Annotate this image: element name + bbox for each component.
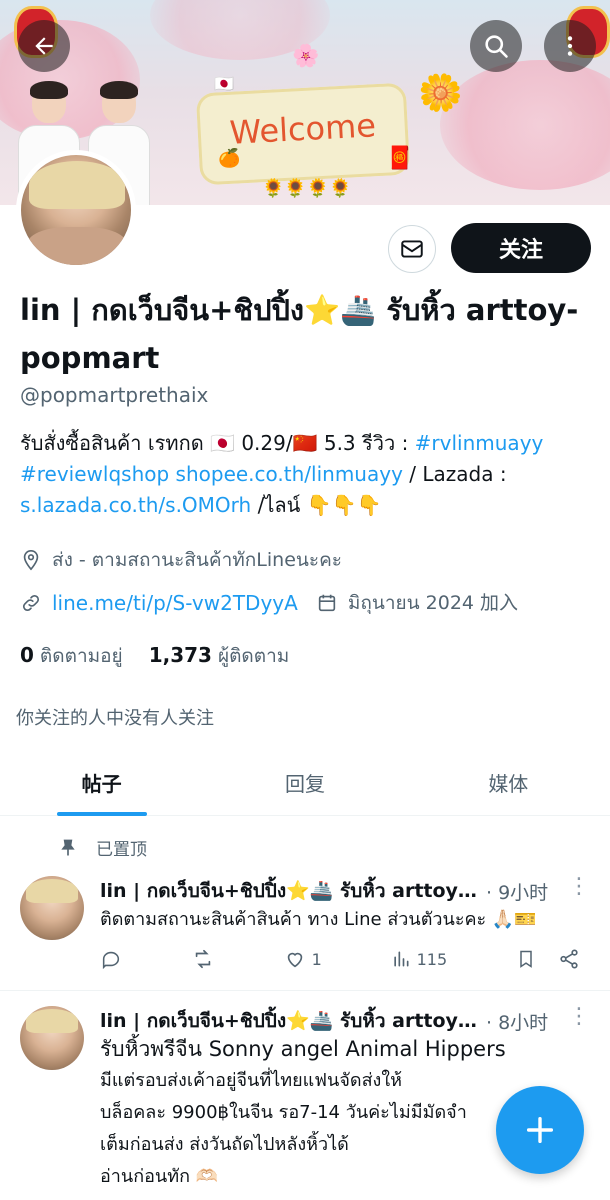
bookmark-icon[interactable] <box>516 948 536 970</box>
compose-button[interactable] <box>496 1086 584 1174</box>
display-name: lin | กดเว็บจีน+ชิปปิ้ง⭐🚢 รับหิ้ว arttoy… <box>20 293 579 375</box>
reply-icon <box>102 951 120 970</box>
calendar-icon <box>316 592 338 614</box>
tweet-avatar[interactable] <box>20 876 84 940</box>
hashtag-link[interactable]: #rvlinmuayy <box>415 431 544 455</box>
location-pin-icon <box>20 549 42 571</box>
tweet-avatar[interactable] <box>20 1006 84 1070</box>
analytics-icon <box>393 951 409 967</box>
mail-icon <box>401 240 423 258</box>
flag-decoration: 🇯🇵 <box>214 74 234 93</box>
location-text: ส่ง - ตามสถานะสินค้าทักLineนะคะ <box>52 549 343 571</box>
follow-stats: 0 ติดตามอยู่ 1,373 ผู้ติดตาม <box>20 641 289 671</box>
following-count: 0 <box>20 643 34 667</box>
welcome-sign: Welcome <box>195 82 411 186</box>
tweet-time: · 9小时 <box>486 881 549 904</box>
blossom-decoration <box>440 60 610 190</box>
hashtag-link[interactable]: #reviewlqshop <box>20 462 169 486</box>
tweet-actions: 1 115 <box>100 948 580 970</box>
following-label: ติดตามอยู่ <box>39 645 123 667</box>
welcome-text: Welcome <box>228 106 377 152</box>
like-count: 1 <box>311 949 322 969</box>
handle: @popmartprethaix <box>20 383 209 407</box>
tweet-more-icon[interactable]: ⋮ <box>568 1004 590 1029</box>
search-button[interactable] <box>470 20 522 72</box>
retweet-icon <box>195 949 211 969</box>
flower-decoration: 🌼 <box>418 73 463 114</box>
tweet-header: lin | กดเว็บจีน+ชิปปิ้ง⭐🚢 รับหิ้ว arttoy… <box>100 876 560 906</box>
pin-icon <box>58 838 78 858</box>
plus-icon <box>526 1116 554 1144</box>
flower-decoration: 🌻🌻🌻🌻 <box>262 178 352 199</box>
bio-text: รับสั่งซื้อสินค้า เรทกด 🇯🇵 0.29/🇨🇳 5.3 ร… <box>20 431 415 455</box>
tweet[interactable]: lin | กดเว็บจีน+ชิปปิ้ง⭐🚢 รับหิ้ว arttoy… <box>0 870 610 988</box>
divider <box>0 990 610 991</box>
shopee-link[interactable]: shopee.co.th/linmuayy <box>176 462 403 486</box>
bio-text: / Lazada : <box>402 462 507 486</box>
tweet-text-line: รับหิ้วพรีจีน Sonny angel Animal Hippers <box>100 1037 506 1061</box>
red-envelope-decoration: 🧧 <box>386 146 414 171</box>
flower-decoration: 🌸 <box>292 44 320 69</box>
more-options-button[interactable] <box>544 20 596 72</box>
tab-media[interactable]: 媒体 <box>407 750 610 815</box>
website-link[interactable]: line.me/ti/p/S-vw2TDyyA <box>52 591 298 615</box>
heart-icon <box>287 952 302 968</box>
share-icon[interactable] <box>558 948 580 970</box>
tab-posts[interactable]: 帖子 <box>0 750 203 815</box>
tweet-header: lin | กดเว็บจีน+ชิปปิ้ง⭐🚢 รับหิ้ว arttoy… <box>100 1006 560 1036</box>
more-vertical-icon <box>567 36 573 56</box>
following-link[interactable]: 0 ติดตามอยู่ <box>20 641 123 671</box>
bio-text: /ไลน์ 👇👇👇 <box>251 493 382 517</box>
tweet-extra-actions <box>516 948 580 970</box>
search-icon <box>485 35 508 58</box>
follow-button[interactable]: 关注 <box>451 223 591 273</box>
tab-replies[interactable]: 回复 <box>203 750 406 815</box>
pinned-label: 已置顶 <box>58 835 147 860</box>
arrow-left-icon <box>35 37 53 55</box>
followers-link[interactable]: 1,373 ผู้ติดตาม <box>149 641 290 671</box>
bio: รับสั่งซื้อสินค้า เรทกด 🇯🇵 0.29/🇨🇳 5.3 ร… <box>20 428 590 521</box>
link-icon <box>20 592 42 614</box>
profile-avatar[interactable] <box>16 150 136 270</box>
joined-date: มิถุนายน 2024 加入 <box>347 592 519 614</box>
view-count: 115 <box>416 949 448 969</box>
pinned-text: 已置顶 <box>96 840 147 860</box>
mutual-followers-note: 你关注的人中没有人关注 <box>16 708 214 729</box>
profile-tabs: 帖子 回复 媒体 <box>0 750 610 816</box>
reply-button[interactable] <box>100 948 122 970</box>
location-row: ส่ง - ตามสถานะสินค้าทักLineนะคะ <box>20 545 342 575</box>
followers-label: ผู้ติดตาม <box>217 645 290 667</box>
views-button[interactable]: 115 <box>391 949 448 969</box>
like-button[interactable]: 1 <box>284 948 322 970</box>
tweet-text: ติดตามสถานะสินค้าสินค้า ทาง Line ส่วนตัว… <box>100 909 537 930</box>
website-row: line.me/ti/p/S-vw2TDyyA มิถุนายน 2024 加入 <box>20 588 518 618</box>
message-button[interactable] <box>388 225 436 273</box>
retweet-button[interactable] <box>191 948 215 970</box>
orange-decoration: 🍊 <box>218 148 241 169</box>
tweet-author-name[interactable]: lin | กดเว็บจีน+ชิปปิ้ง⭐🚢 รับหิ้ว arttoy… <box>100 1006 480 1036</box>
tweet-more-icon[interactable]: ⋮ <box>568 874 590 899</box>
tweet-time: · 8小时 <box>486 1011 549 1034</box>
lazada-link[interactable]: s.lazada.co.th/s.OMOrh <box>20 493 251 517</box>
followers-count: 1,373 <box>148 643 212 667</box>
tweet-author-name[interactable]: lin | กดเว็บจีน+ชิปปิ้ง⭐🚢 รับหิ้ว arttoy… <box>100 876 480 906</box>
back-button[interactable] <box>18 20 70 72</box>
